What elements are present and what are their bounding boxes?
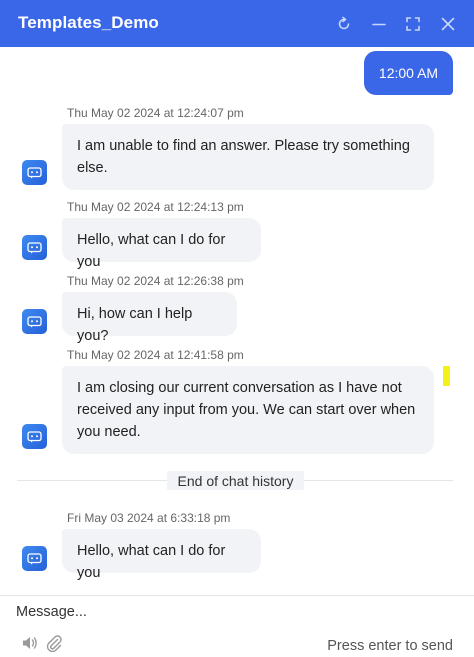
paperclip-icon xyxy=(46,635,62,652)
expand-button[interactable] xyxy=(401,12,425,36)
user-message-bubble: 12:00 AM xyxy=(364,51,453,95)
message-timestamp: Thu May 02 2024 at 12:26:38 pm xyxy=(67,274,244,288)
chat-header: Templates_Demo xyxy=(0,0,474,47)
message-timestamp: Thu May 02 2024 at 12:24:13 pm xyxy=(67,200,244,214)
chat-bot-icon xyxy=(27,166,42,178)
expand-icon xyxy=(406,17,420,31)
chat-bot-icon xyxy=(27,315,42,327)
bot-message-bubble: Hi, how can I help you? xyxy=(62,292,237,344)
bot-avatar xyxy=(22,309,47,334)
minimize-button[interactable] xyxy=(367,12,391,36)
message-composer: Press enter to send xyxy=(0,595,474,657)
scroll-indicator xyxy=(443,366,450,386)
chat-title: Templates_Demo xyxy=(18,13,159,32)
chat-window: Templates_Demo 12:00 AM Thu May 02 2024 … xyxy=(0,0,474,657)
message-timestamp: Thu May 02 2024 at 12:24:07 pm xyxy=(67,106,244,120)
bot-message-bubble: I am closing our current conversation as… xyxy=(62,366,434,454)
bot-avatar xyxy=(22,235,47,260)
minimize-icon xyxy=(372,23,386,26)
close-button[interactable] xyxy=(436,12,460,36)
speaker-button[interactable] xyxy=(21,634,39,652)
bot-avatar xyxy=(22,424,47,449)
chat-bot-icon xyxy=(27,430,42,442)
refresh-icon xyxy=(338,16,350,30)
close-icon xyxy=(441,17,455,31)
attach-button[interactable] xyxy=(45,634,63,652)
bot-message-bubble: Hello, what can I do for you xyxy=(62,529,261,581)
message-list[interactable]: 12:00 AM Thu May 02 2024 at 12:24:07 pm … xyxy=(0,47,474,595)
bot-avatar xyxy=(22,160,47,185)
end-of-history-label: End of chat history xyxy=(167,471,304,490)
speaker-icon xyxy=(23,637,37,649)
chat-bot-icon xyxy=(27,241,42,253)
refresh-button[interactable] xyxy=(332,12,356,36)
message-timestamp: Fri May 03 2024 at 6:33:18 pm xyxy=(67,511,231,525)
bot-message-bubble: I am unable to find an answer. Please tr… xyxy=(62,124,434,190)
message-timestamp: Thu May 02 2024 at 12:41:58 pm xyxy=(67,348,244,362)
send-hint: Press enter to send xyxy=(327,638,453,654)
bot-avatar xyxy=(22,546,47,571)
chat-bot-icon xyxy=(27,552,42,564)
bot-message-bubble: Hello, what can I do for you xyxy=(62,218,261,270)
message-input[interactable] xyxy=(16,601,446,623)
